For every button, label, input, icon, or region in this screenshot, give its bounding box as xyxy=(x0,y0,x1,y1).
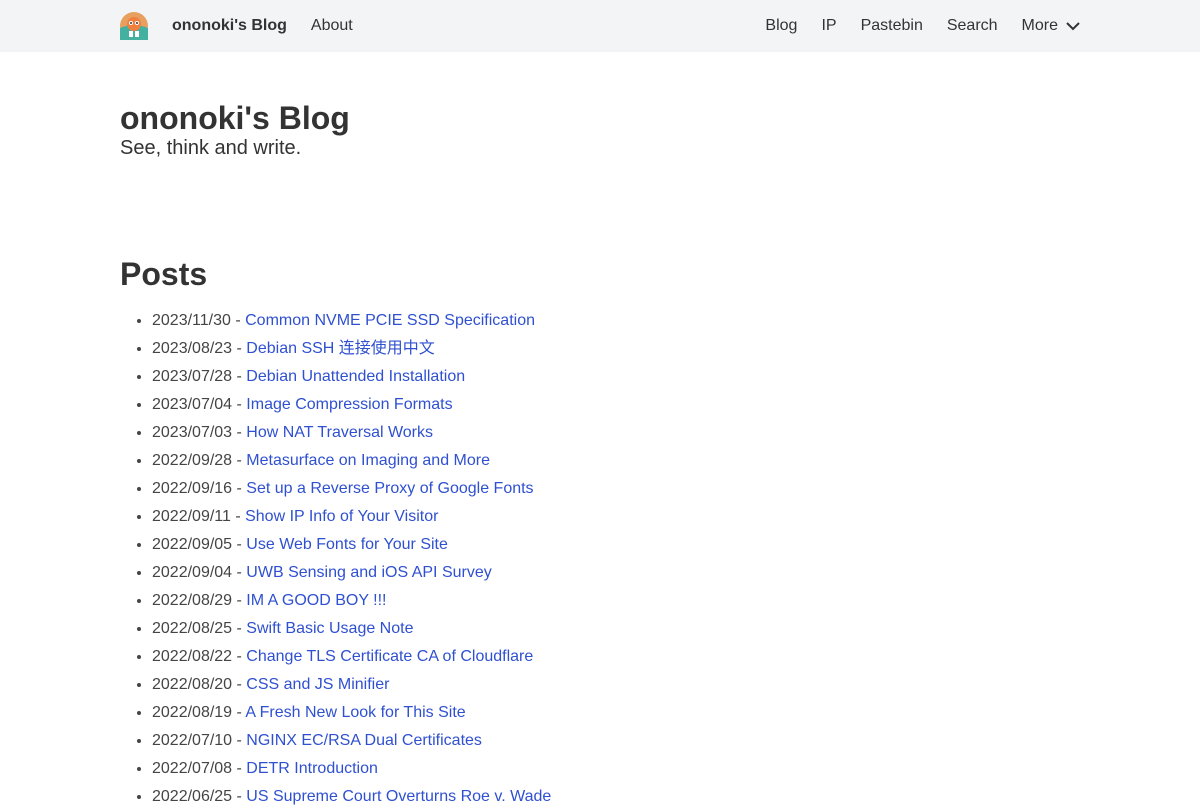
post-date: 2022/09/04 xyxy=(152,564,233,581)
list-item: 2022/08/22 - Change TLS Certificate CA o… xyxy=(152,643,1080,671)
list-item: 2022/09/04 - UWB Sensing and iOS API Sur… xyxy=(152,559,1080,587)
posts-heading: Posts xyxy=(120,256,208,292)
nav-pastebin[interactable]: Pastebin xyxy=(861,17,923,35)
post-link[interactable]: UWB Sensing and iOS API Survey xyxy=(246,564,491,581)
nav-ip[interactable]: IP xyxy=(821,17,836,35)
list-item: 2022/08/29 - IM A GOOD BOY !!! xyxy=(152,587,1080,615)
list-item: 2023/07/03 - How NAT Traversal Works xyxy=(152,419,1080,447)
post-date: 2022/09/05 xyxy=(152,536,233,553)
top-navbar: ononoki's Blog About Blog IP Pastebin Se… xyxy=(0,0,1200,52)
post-date: 2022/09/11 xyxy=(152,508,231,525)
post-link[interactable]: IM A GOOD BOY !!! xyxy=(246,592,386,609)
nav-more-label: More xyxy=(1021,17,1058,34)
post-date: 2022/08/19 xyxy=(152,704,233,721)
post-date: 2023/07/28 xyxy=(152,368,233,385)
site-title: ononoki's Blog xyxy=(120,100,350,136)
list-item: 2022/08/19 - A Fresh New Look for This S… xyxy=(152,699,1080,727)
nav-left: ononoki's Blog About xyxy=(120,12,353,40)
list-item: 2022/08/20 - CSS and JS Minifier xyxy=(152,671,1080,699)
list-item: 2022/07/10 - NGINX EC/RSA Dual Certifica… xyxy=(152,727,1080,755)
post-date: 2023/07/03 xyxy=(152,424,233,441)
post-link[interactable]: DETR Introduction xyxy=(246,760,378,777)
list-item: 2022/09/16 - Set up a Reverse Proxy of G… xyxy=(152,475,1080,503)
post-link[interactable]: CSS and JS Minifier xyxy=(246,676,389,693)
post-link[interactable]: Metasurface on Imaging and More xyxy=(246,452,490,469)
post-date: 2022/08/25 xyxy=(152,620,233,637)
post-date: 2023/11/30 xyxy=(152,312,231,329)
post-link[interactable]: How NAT Traversal Works xyxy=(246,424,433,441)
post-date: 2022/08/20 xyxy=(152,676,233,693)
brand-link[interactable]: ononoki's Blog xyxy=(172,17,287,35)
chevron-down-icon xyxy=(1066,21,1080,30)
post-date: 2022/09/16 xyxy=(152,480,233,497)
posts-list: 2023/11/30 - Common NVME PCIE SSD Specif… xyxy=(120,307,1080,811)
post-link[interactable]: Show IP Info of Your Visitor xyxy=(245,508,438,525)
post-link[interactable]: A Fresh New Look for This Site xyxy=(245,704,465,721)
nav-search[interactable]: Search xyxy=(947,17,998,35)
list-item: 2022/07/08 - DETR Introduction xyxy=(152,755,1080,783)
post-link[interactable]: Use Web Fonts for Your Site xyxy=(246,536,448,553)
post-link[interactable]: US Supreme Court Overturns Roe v. Wade xyxy=(246,788,551,805)
post-link[interactable]: Image Compression Formats xyxy=(246,396,452,413)
post-link[interactable]: Swift Basic Usage Note xyxy=(246,620,413,637)
site-tagline: See, think and write. xyxy=(120,137,302,159)
post-link[interactable]: Set up a Reverse Proxy of Google Fonts xyxy=(246,480,533,497)
list-item: 2022/09/11 - Show IP Info of Your Visito… xyxy=(152,503,1080,531)
post-date: 2022/06/25 xyxy=(152,788,233,805)
post-link[interactable]: NGINX EC/RSA Dual Certificates xyxy=(246,732,482,749)
post-link[interactable]: Debian Unattended Installation xyxy=(246,368,465,385)
list-item: 2022/09/05 - Use Web Fonts for Your Site xyxy=(152,531,1080,559)
list-item: 2022/08/25 - Swift Basic Usage Note xyxy=(152,615,1080,643)
post-link[interactable]: Common NVME PCIE SSD Specification xyxy=(245,312,535,329)
list-item: 2023/11/30 - Common NVME PCIE SSD Specif… xyxy=(152,307,1080,335)
nav-right: Blog IP Pastebin Search More xyxy=(741,17,1080,35)
post-date: 2022/08/29 xyxy=(152,592,233,609)
post-date: 2022/07/08 xyxy=(152,760,233,777)
post-date: 2022/08/22 xyxy=(152,648,233,665)
nav-more-dropdown[interactable]: More xyxy=(1022,17,1080,35)
avatar-logo-icon[interactable] xyxy=(120,12,148,40)
list-item: 2023/07/04 - Image Compression Formats xyxy=(152,391,1080,419)
post-link[interactable]: Change TLS Certificate CA of Cloudflare xyxy=(246,648,533,665)
list-item: 2022/06/25 - US Supreme Court Overturns … xyxy=(152,783,1080,811)
list-item: 2023/07/28 - Debian Unattended Installat… xyxy=(152,363,1080,391)
nav-blog[interactable]: Blog xyxy=(765,17,797,35)
list-item: 2023/08/23 - Debian SSH 连接使用中文 xyxy=(152,335,1080,363)
list-item: 2022/09/28 - Metasurface on Imaging and … xyxy=(152,447,1080,475)
post-link[interactable]: Debian SSH 连接使用中文 xyxy=(246,340,435,357)
post-date: 2022/07/10 xyxy=(152,732,233,749)
post-date: 2023/08/23 xyxy=(152,340,233,357)
nav-about[interactable]: About xyxy=(311,17,353,35)
post-date: 2022/09/28 xyxy=(152,452,233,469)
main-content: ononoki's Blog See, think and write. Pos… xyxy=(0,100,1200,811)
post-date: 2023/07/04 xyxy=(152,396,233,413)
